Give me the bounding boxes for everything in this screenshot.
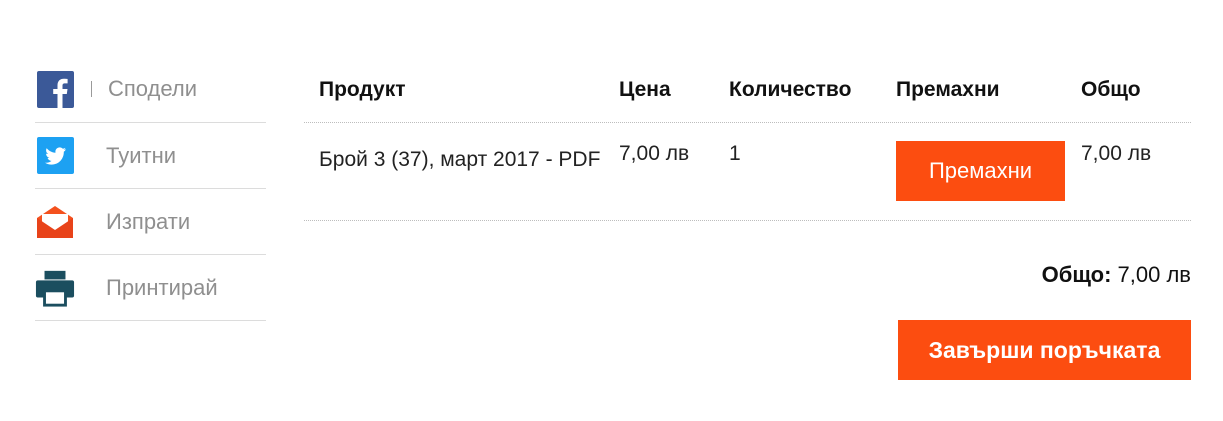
checkout-button[interactable]: Завърши поръчката (898, 320, 1191, 380)
product-total: 7,00 лв (1081, 142, 1152, 165)
share-twitter[interactable]: Туитни (35, 123, 266, 189)
share-email[interactable]: Изпрати (35, 189, 266, 255)
divider (91, 81, 92, 97)
share-email-label: Изпрати (106, 208, 191, 234)
facebook-icon (35, 69, 75, 109)
remove-cell: Премахни (881, 141, 1081, 201)
table-row: Брой 3 (37), март 2017 - PDF 7,00 лв 1 П… (304, 123, 1191, 221)
share-facebook[interactable]: Сподели (35, 56, 266, 123)
grand-total-value: 7,00 лв (1117, 262, 1191, 287)
twitter-icon (35, 136, 75, 176)
header-product: Продукт (319, 78, 406, 101)
grand-total-label: Общо: (1041, 262, 1112, 287)
header-total: Общо (1081, 78, 1141, 101)
cart-table: Продукт Цена Количество Премахни Общо Бр… (304, 58, 1191, 221)
header-quantity: Количество (729, 78, 852, 101)
table-header: Продукт Цена Количество Премахни Общо (304, 58, 1191, 123)
share-facebook-label: Сподели (108, 76, 198, 101)
share-print-label: Принтирай (106, 274, 218, 300)
share-sidebar: Сподели Туитни Изпрати Принтирай (35, 56, 266, 321)
header-remove: Премахни (896, 78, 1000, 101)
product-name[interactable]: Брой 3 (37), март 2017 - PDF (304, 143, 604, 177)
product-quantity: 1 (729, 142, 741, 165)
email-icon (35, 202, 75, 242)
share-twitter-label: Туитни (106, 142, 177, 168)
share-print[interactable]: Принтирай (35, 255, 266, 321)
header-price: Цена (619, 78, 671, 101)
grand-total: Общо: 7,00 лв (1042, 262, 1191, 288)
remove-button[interactable]: Премахни (896, 141, 1065, 201)
product-price: 7,00 лв (619, 142, 690, 165)
print-icon (35, 268, 75, 308)
cart-page: Сподели Туитни Изпрати Принтирай Продукт… (0, 0, 1223, 421)
